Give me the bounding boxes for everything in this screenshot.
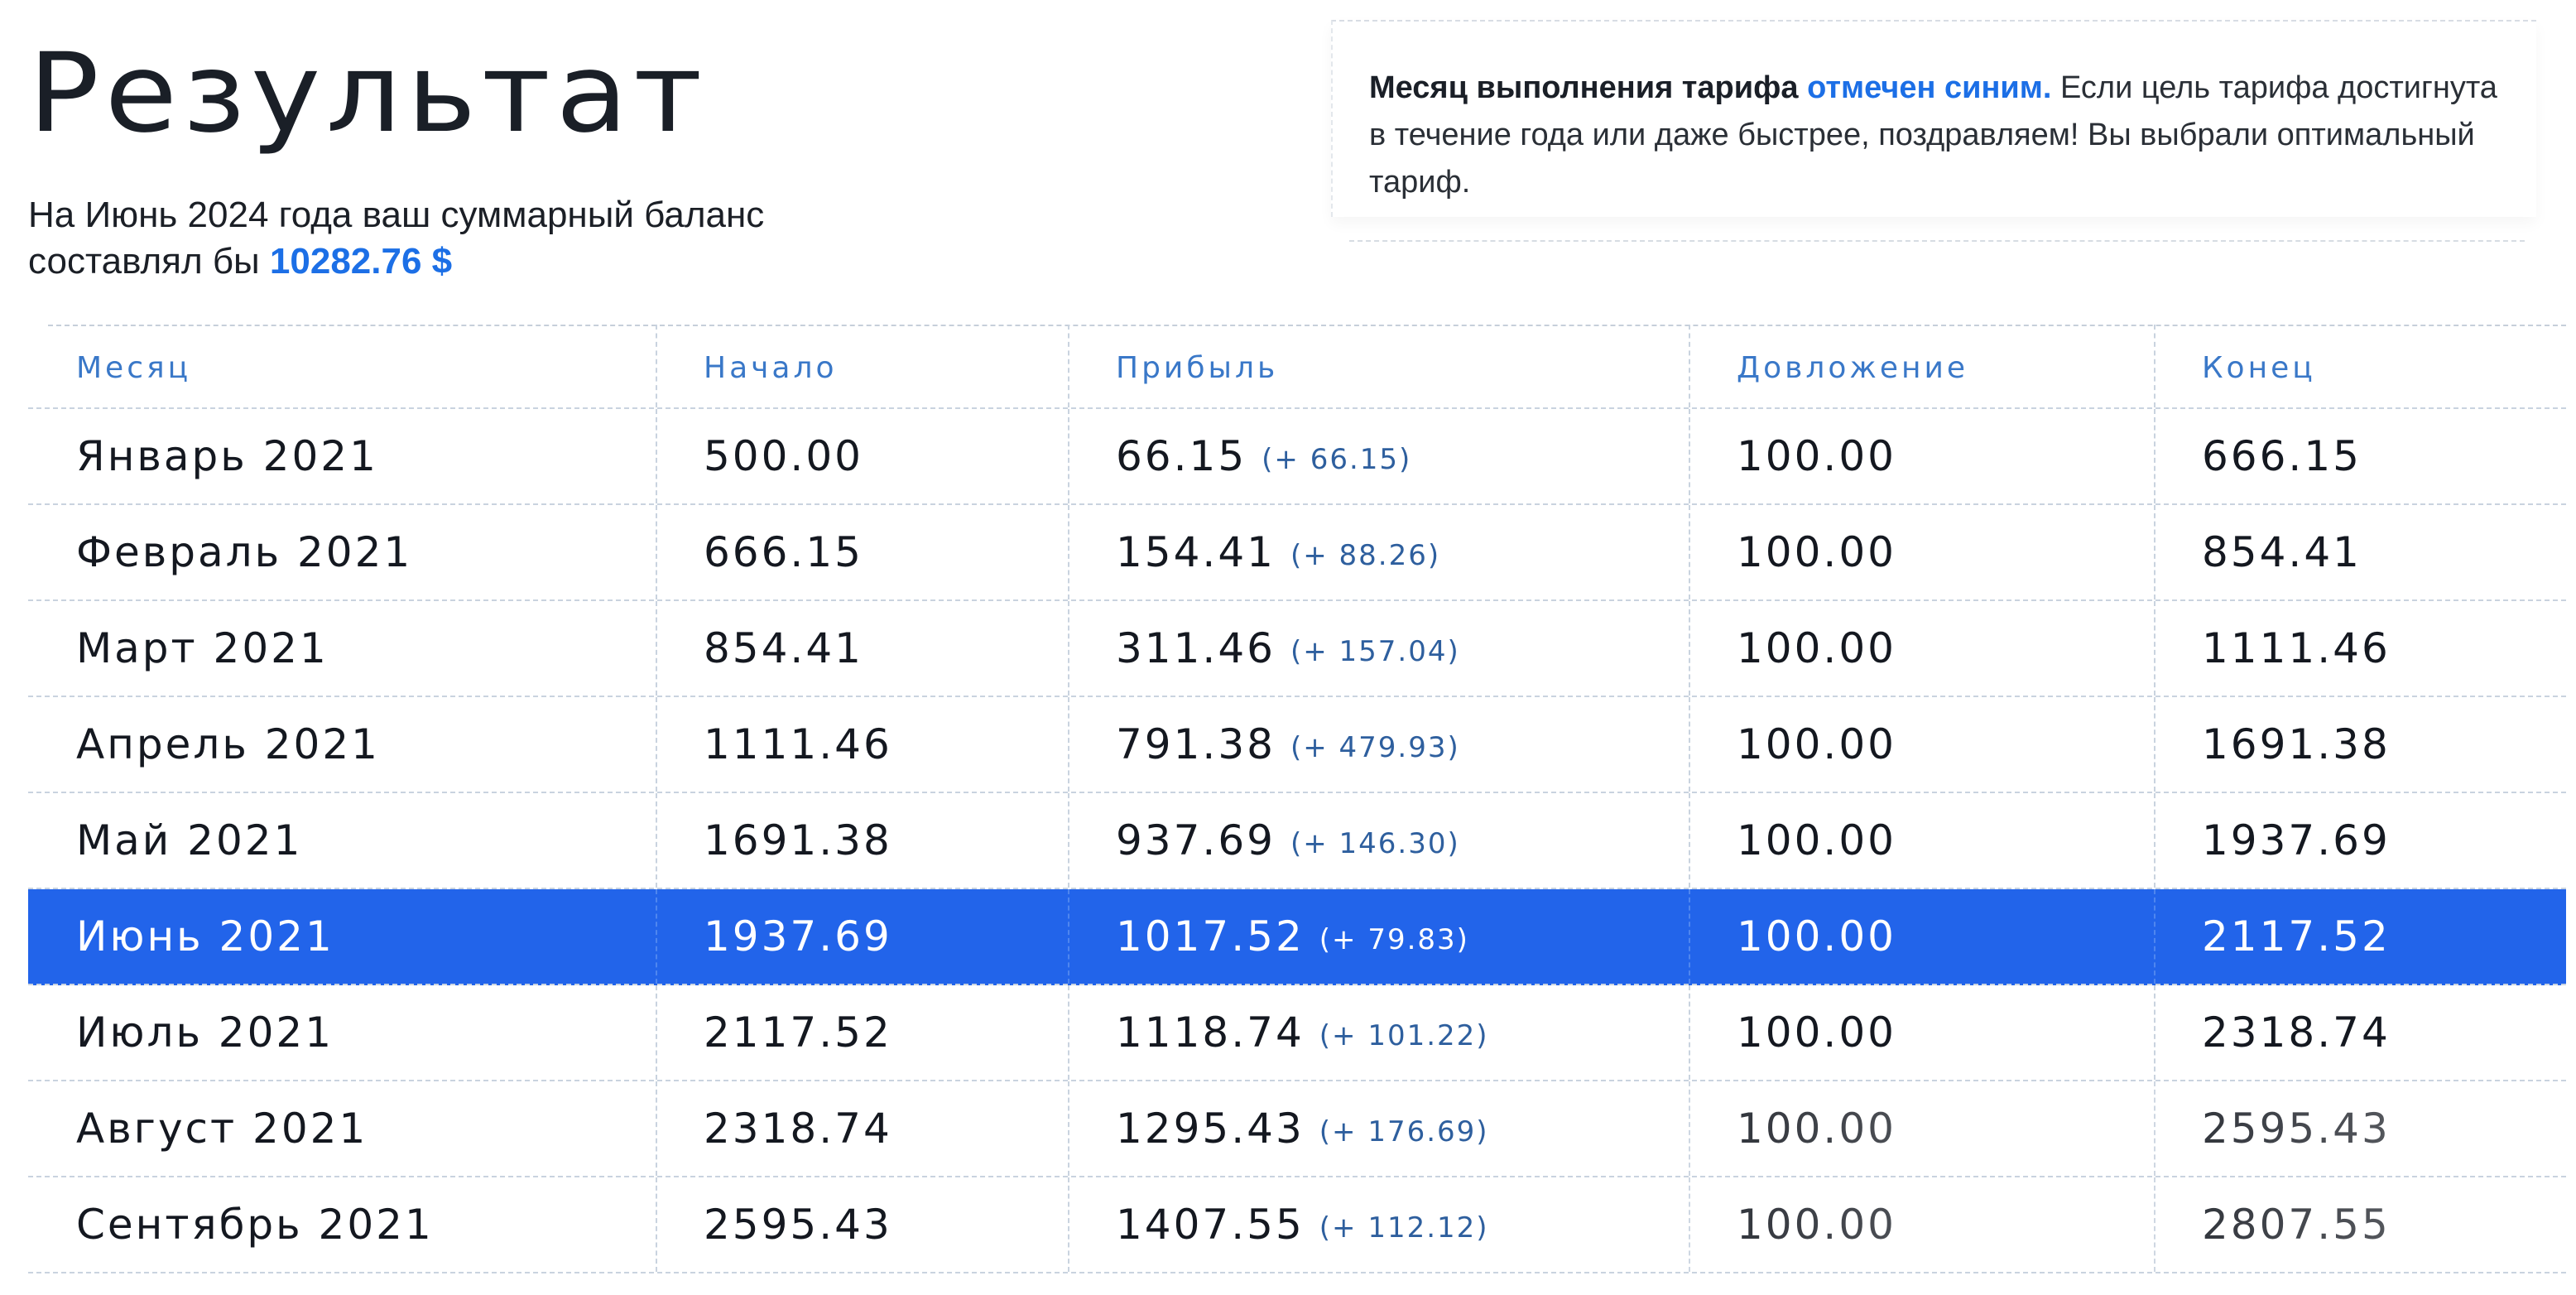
cell-end: 2595.43 <box>2154 1081 2566 1176</box>
table-row: Сентябрь 2021 2595.43 1407.55 (+ 112.12) 100… <box>28 1177 2566 1273</box>
cell-end: 666.15 <box>2154 409 2566 503</box>
cell-month: Сентябрь 2021 <box>76 1201 434 1249</box>
profit-delta: (+ 79.83) <box>1319 923 1469 956</box>
column-header-profit: Прибыль <box>1068 325 1689 407</box>
profit-delta: (+ 88.26) <box>1290 539 1441 572</box>
profit-value: 791.38 <box>1116 720 1276 768</box>
cell-deposit: 100.00 <box>1689 409 2154 503</box>
cell-deposit: 100.00 <box>1689 1081 2154 1176</box>
cell-deposit: 100.00 <box>1689 985 2154 1080</box>
cell-end: 2117.52 <box>2154 889 2566 984</box>
cell-profit: 1295.43 (+ 176.69) <box>1068 1081 1689 1176</box>
page-title: Результат <box>28 30 708 157</box>
table-row: Апрель 2021 1111.46 791.38 (+ 479.93) 100.00… <box>28 697 2566 793</box>
profit-value: 1407.55 <box>1116 1201 1305 1249</box>
profit-delta: (+ 146.30) <box>1290 827 1460 860</box>
balance-summary: На Июнь 2024 года ваш суммарный баланс с… <box>28 192 939 285</box>
profit-delta: (+ 176.69) <box>1319 1115 1489 1148</box>
note-lead-blue: отмечен синим. <box>1807 70 2052 105</box>
profit-value: 311.46 <box>1116 624 1276 672</box>
cell-deposit: 100.00 <box>1689 697 2154 792</box>
cell-profit: 154.41 (+ 88.26) <box>1068 505 1689 599</box>
cell-end: 2318.74 <box>2154 985 2566 1080</box>
cell-month: Февраль 2021 <box>76 528 413 576</box>
table-row: Январь 2021 500.00 66.15 (+ 66.15) 100.00 666… <box>28 409 2566 505</box>
results-table: Месяц Начало Прибыль Довложение Конец Ян… <box>28 325 2566 1295</box>
table-row: Февраль 2021 666.15 154.41 (+ 88.26) 100.00 8… <box>28 505 2566 601</box>
cell-deposit: 100.00 <box>1689 1177 2154 1272</box>
table-row: Август 2021 2318.74 1295.43 (+ 176.69) 100.0… <box>28 1081 2566 1177</box>
cell-month: Март 2021 <box>76 624 329 672</box>
note-lead-bold: Месяц выполнения тарифа <box>1369 70 1799 105</box>
profit-value: 1017.52 <box>1116 912 1305 960</box>
profit-delta: (+ 479.93) <box>1290 731 1460 764</box>
profit-value: 154.41 <box>1116 528 1276 576</box>
cell-end: 1937.69 <box>2154 793 2566 888</box>
table-row: Март 2021 854.41 311.46 (+ 157.04) 100.00 111… <box>28 601 2566 697</box>
cell-end: 854.41 <box>2154 505 2566 599</box>
profit-value: 1118.74 <box>1116 1009 1305 1057</box>
info-note: Месяц выполнения тарифа отмечен синим. Е… <box>1331 20 2536 217</box>
cell-profit: 1407.55 (+ 112.12) <box>1068 1177 1689 1272</box>
profit-value: 66.15 <box>1116 432 1247 480</box>
profit-value: 1295.43 <box>1116 1105 1305 1153</box>
profit-value: 937.69 <box>1116 816 1276 864</box>
column-header-start: Начало <box>656 325 1068 407</box>
cell-profit: 66.15 (+ 66.15) <box>1068 409 1689 503</box>
profit-delta: (+ 157.04) <box>1290 635 1460 668</box>
column-header-month: Месяц <box>76 350 192 385</box>
cell-month: Август 2021 <box>76 1105 368 1153</box>
cell-month: Июнь 2021 <box>76 912 334 960</box>
cell-deposit: 100.00 <box>1689 889 2154 984</box>
cell-start: 1937.69 <box>656 889 1068 984</box>
column-header-end: Конец <box>2154 325 2566 407</box>
table-row: Июль 2021 2117.52 1118.74 (+ 101.22) 100.00 2… <box>28 985 2566 1081</box>
cell-start: 2595.43 <box>656 1177 1068 1272</box>
table-header-row: Месяц Начало Прибыль Довложение Конец <box>28 325 2566 409</box>
cell-end: 2807.55 <box>2154 1177 2566 1272</box>
table-row-highlighted: Июнь 2021 1937.69 1017.52 (+ 79.83) 100.00 21… <box>28 889 2566 985</box>
cell-deposit: 100.00 <box>1689 505 2154 599</box>
cell-profit: 1118.74 (+ 101.22) <box>1068 985 1689 1080</box>
cell-month: Апрель 2021 <box>76 720 380 768</box>
cell-end: 1691.38 <box>2154 697 2566 792</box>
cell-start: 854.41 <box>656 601 1068 696</box>
cell-month: Май 2021 <box>76 816 303 864</box>
cell-start: 2318.74 <box>656 1081 1068 1176</box>
table-row: Май 2021 1691.38 937.69 (+ 146.30) 100.00 193… <box>28 793 2566 889</box>
cell-month: Июль 2021 <box>76 1009 334 1057</box>
cell-profit: 311.46 (+ 157.04) <box>1068 601 1689 696</box>
cell-end: 1111.46 <box>2154 601 2566 696</box>
cell-start: 500.00 <box>656 409 1068 503</box>
cell-profit: 1017.52 (+ 79.83) <box>1068 889 1689 984</box>
column-header-deposit: Довложение <box>1689 325 2154 407</box>
cell-start: 2117.52 <box>656 985 1068 1080</box>
cell-deposit: 100.00 <box>1689 601 2154 696</box>
cell-profit: 791.38 (+ 479.93) <box>1068 697 1689 792</box>
cell-start: 1691.38 <box>656 793 1068 888</box>
summary-amount: 10282.76 $ <box>269 241 453 282</box>
profit-delta: (+ 66.15) <box>1262 443 1412 476</box>
profit-delta: (+ 101.22) <box>1319 1019 1489 1052</box>
cell-profit: 937.69 (+ 146.30) <box>1068 793 1689 888</box>
note-divider <box>1349 240 2525 242</box>
cell-start: 1111.46 <box>656 697 1068 792</box>
cell-month: Январь 2021 <box>76 432 378 480</box>
profit-delta: (+ 112.12) <box>1319 1211 1489 1244</box>
cell-deposit: 100.00 <box>1689 793 2154 888</box>
cell-start: 666.15 <box>656 505 1068 599</box>
